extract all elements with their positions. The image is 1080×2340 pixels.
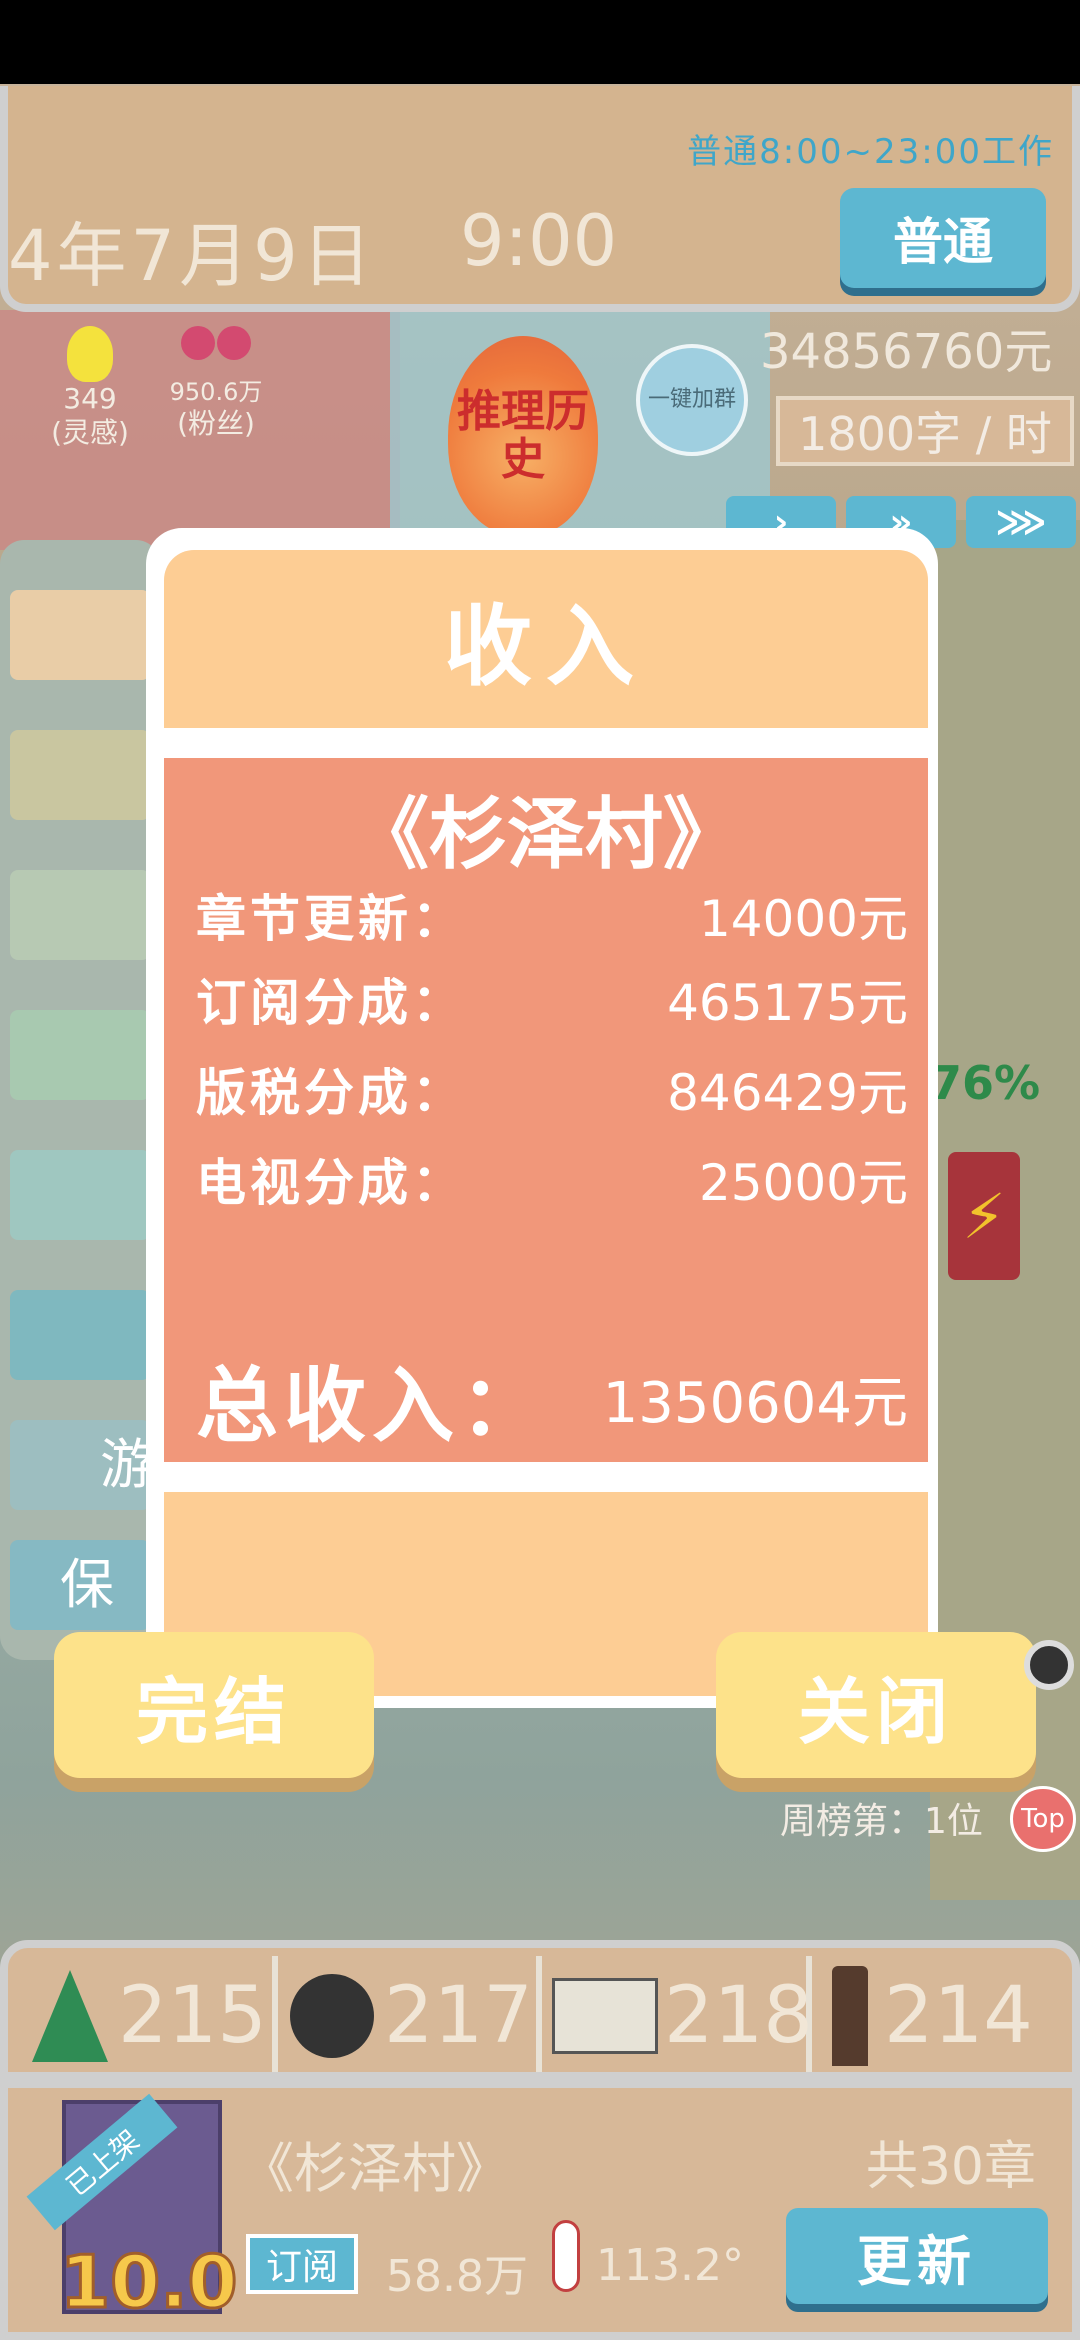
film-reel-icon[interactable] bbox=[1024, 1640, 1074, 1690]
tree-icon bbox=[32, 1970, 108, 2062]
income-label: 电视分成： bbox=[196, 1154, 466, 1212]
detective-icon bbox=[290, 1974, 374, 2058]
stat-value: 215 bbox=[118, 1971, 267, 2061]
income-row-royalty: 版税分成： 846429元 bbox=[196, 1054, 908, 1124]
money-display: 34856760元 bbox=[760, 324, 1053, 380]
work-mode-button[interactable]: 普通 bbox=[840, 188, 1046, 288]
total-value: 1350604元 bbox=[602, 1370, 908, 1436]
join-group-button[interactable]: 一键加群 bbox=[636, 344, 748, 456]
left-menu-item[interactable] bbox=[10, 1150, 150, 1240]
inspiration-label: (灵感) bbox=[51, 415, 129, 449]
subscribe-button[interactable]: 订阅 bbox=[246, 2234, 358, 2294]
game-time: 9:00 bbox=[460, 200, 618, 282]
thermometer-icon bbox=[552, 2220, 580, 2292]
left-menu-item[interactable] bbox=[10, 1290, 150, 1380]
income-value: 14000元 bbox=[698, 890, 908, 948]
fans-value: 950.6万 bbox=[169, 378, 263, 406]
left-menu-item[interactable] bbox=[10, 590, 150, 680]
income-label: 章节更新： bbox=[196, 890, 466, 948]
income-value: 465175元 bbox=[667, 974, 908, 1032]
chapter-count: 共30章 bbox=[865, 2137, 1036, 2197]
divider bbox=[536, 1956, 542, 2072]
income-label: 订阅分成： bbox=[196, 974, 466, 1032]
stat-pencil[interactable]: 214 bbox=[832, 1962, 1033, 2070]
stat-value: 217 bbox=[384, 1971, 533, 2061]
left-menu-item[interactable] bbox=[10, 1010, 150, 1100]
income-row-tv: 电视分成： 25000元 bbox=[196, 1144, 908, 1214]
speed-3-button[interactable]: ⋙ bbox=[966, 496, 1076, 548]
close-button[interactable]: 关闭 bbox=[716, 1632, 1036, 1778]
lightbulb-icon bbox=[67, 326, 113, 382]
dialog-book-title: 《杉泽村》 bbox=[350, 790, 741, 880]
weekly-rank: 周榜第：1位 bbox=[780, 1801, 983, 1842]
energy-percent: 76% bbox=[930, 1056, 1041, 1110]
top-rank-button[interactable]: Top bbox=[1010, 1786, 1076, 1852]
book-score: 10.0 bbox=[59, 2239, 240, 2326]
income-value: 846429元 bbox=[667, 1064, 908, 1122]
income-row-subscription: 订阅分成： 465175元 bbox=[196, 964, 908, 1034]
left-menu-item[interactable] bbox=[10, 870, 150, 960]
divider bbox=[272, 1956, 278, 2072]
work-hours-text: 普通8:00~23:00工作 bbox=[687, 132, 1054, 172]
game-date: 4年7月9日 bbox=[8, 215, 376, 297]
fans-icon bbox=[175, 326, 257, 378]
book-title: 《杉泽村》 bbox=[240, 2137, 510, 2200]
fans-stat: 950.6万 (粉丝) bbox=[166, 326, 266, 440]
battery-icon: ⚡ bbox=[948, 1152, 1020, 1280]
fans-label: (粉丝) bbox=[177, 406, 255, 440]
dialog-title: 收入 bbox=[164, 550, 928, 728]
pencil-icon bbox=[832, 1966, 868, 2066]
system-status-bar bbox=[0, 0, 1080, 84]
stat-value: 218 bbox=[664, 1971, 813, 2061]
left-menu-item-save[interactable]: 保 bbox=[10, 1540, 150, 1630]
income-row-chapter: 章节更新： 14000元 bbox=[196, 880, 908, 950]
stat-book[interactable]: 218 bbox=[552, 1962, 813, 2070]
stat-tree[interactable]: 215 bbox=[32, 1962, 267, 2070]
income-value: 25000元 bbox=[698, 1154, 908, 1212]
book-icon bbox=[552, 1978, 658, 2054]
subscriber-count: 58.8万 bbox=[386, 2251, 528, 2302]
stat-value: 214 bbox=[884, 1971, 1033, 2061]
income-total: 总收入： 1350604元 bbox=[196, 1350, 908, 1454]
left-menu-item-game[interactable]: 游 bbox=[10, 1420, 154, 1510]
update-button[interactable]: 更新 bbox=[786, 2208, 1048, 2304]
finish-button[interactable]: 完结 bbox=[54, 1632, 374, 1778]
inspiration-value: 349 bbox=[63, 382, 117, 415]
left-menu-item[interactable] bbox=[10, 730, 150, 820]
writing-rate-display: 1800字 / 时 bbox=[776, 396, 1074, 466]
inspiration-stat: 349 (灵感) bbox=[40, 326, 140, 449]
stat-detective[interactable]: 217 bbox=[290, 1962, 533, 2070]
income-label: 版税分成： bbox=[196, 1064, 466, 1122]
heat-value: 113.2° bbox=[596, 2240, 744, 2291]
history-fire-button[interactable]: 推理历史 bbox=[448, 336, 598, 536]
total-label: 总收入： bbox=[196, 1358, 549, 1454]
